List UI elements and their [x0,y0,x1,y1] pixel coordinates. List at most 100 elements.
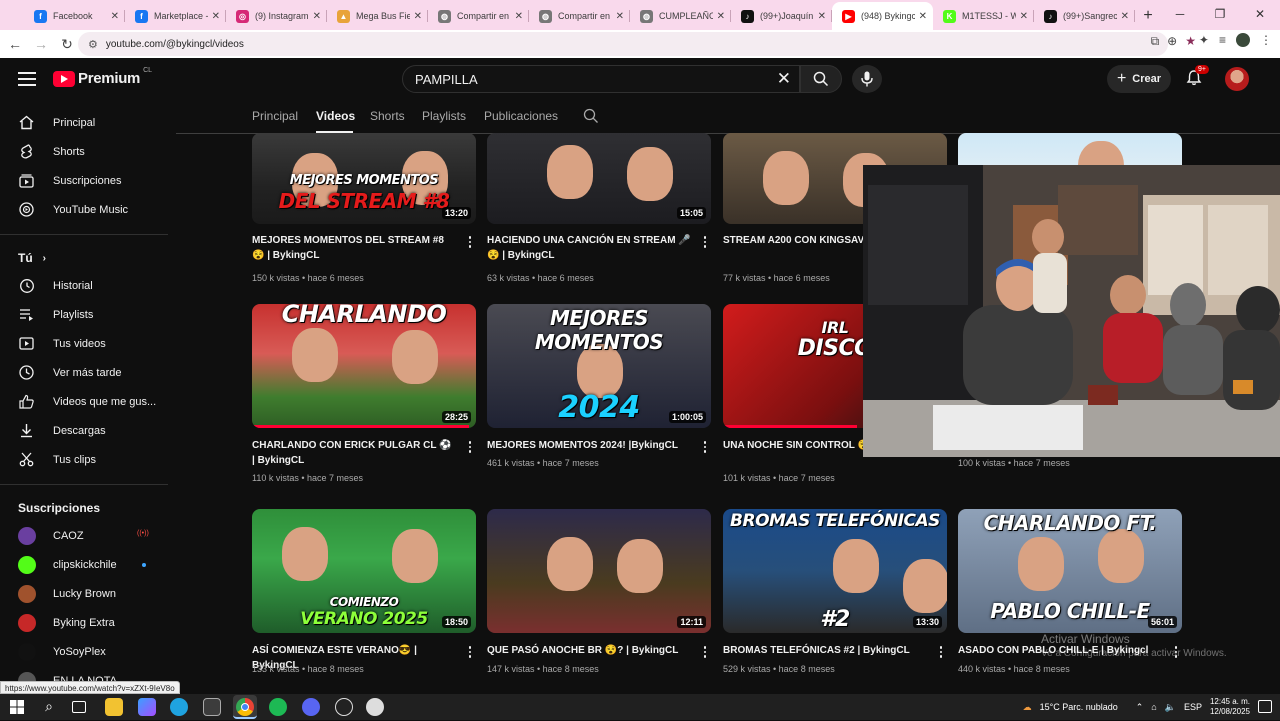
sidebar-item-history[interactable]: Historial [0,271,175,300]
sidebar-item-like[interactable]: Videos que me gus... [0,387,175,416]
store-icon[interactable] [203,698,221,716]
browser-menu-icon[interactable]: ⋮ [1260,33,1272,47]
close-tab-icon[interactable]: ✕ [515,11,523,22]
video-thumbnail[interactable]: BROMAS TELEFÓNICAS #2 13:30 [723,509,947,633]
maximize-button[interactable]: ❐ [1200,0,1240,28]
clock[interactable]: 12:45 a. m. 12/08/2025 [1210,697,1250,717]
tab-videos[interactable]: Videos [316,109,355,123]
video-thumbnail[interactable]: 15:05 [487,133,711,224]
video-title[interactable]: BROMAS TELEFÓNICAS #2 | BykingCL [723,643,928,658]
browser-tab[interactable]: ◎ (9) Instagram ✕ [226,2,327,30]
tab-principal[interactable]: Principal [252,109,298,123]
subscription-item[interactable]: CAOZ ((•)) [0,521,175,550]
notification-center-icon[interactable] [1258,700,1272,713]
sidebar-item-watch-later[interactable]: Ver más tarde [0,358,175,387]
channel-search-icon[interactable] [583,108,599,124]
browser-tab[interactable]: K M1TESSJ - Wat ✕ [933,2,1034,30]
video-thumbnail[interactable]: MEJORES MOMENTOS DEL STREAM #8 13:20 [252,133,476,224]
sidebar-item-playlists[interactable]: Playlists [0,300,175,329]
sidebar-item-clips[interactable]: Tus clips [0,445,175,474]
profile-avatar[interactable] [1236,33,1250,47]
task-view-icon[interactable] [72,701,86,713]
new-tab-button[interactable]: + [1135,2,1161,30]
reading-list-icon[interactable]: ≡ [1219,33,1226,47]
extensions-icon[interactable]: ✦ [1199,33,1209,47]
close-tab-icon[interactable]: ✕ [313,11,321,22]
chrome-icon-active[interactable] [233,695,257,719]
clear-search-icon[interactable]: ✕ [777,69,791,89]
voice-search-button[interactable] [852,65,882,93]
video-thumbnail[interactable]: COMIENZO VERANO 2025 18:50 [252,509,476,633]
address-input[interactable]: ⚙ youtube.com/@bykingcl/videos [78,32,1168,56]
guide-menu-button[interactable] [14,66,40,92]
video-thumbnail[interactable]: MEJORES MOMENTOS 2024 1:00:05 [487,304,711,428]
close-tab-icon[interactable]: ✕ [616,11,624,22]
close-window-button[interactable]: ✕ [1240,0,1280,28]
subscription-item[interactable]: Byking Extra [0,608,175,637]
video-title[interactable]: CHARLANDO CON ERICK PULGAR CL ⚽ | Byking… [252,438,457,468]
app-icon[interactable] [366,698,384,716]
close-tab-icon[interactable]: ✕ [818,11,826,22]
video-title[interactable]: MEJORES MOMENTOS 2024! |BykingCL [487,438,692,453]
search-button[interactable] [800,65,842,93]
obs-icon[interactable] [335,698,353,716]
video-thumbnail[interactable]: CHARLANDO FT. PABLO CHILL-E 56:01 [958,509,1182,633]
copilot-icon[interactable] [138,698,156,716]
video-thumbnail[interactable]: CHARLANDO 28:25 [252,304,476,428]
close-tab-icon[interactable]: ✕ [919,11,927,22]
forward-button[interactable]: → [28,31,54,57]
video-thumbnail[interactable]: 12:11 [487,509,711,633]
install-app-icon[interactable]: ⧉ [1151,34,1160,49]
browser-tab[interactable]: ◍ Compartir en W ✕ [428,2,529,30]
more-actions-icon[interactable] [701,645,709,659]
close-tab-icon[interactable]: ✕ [1121,11,1129,22]
close-tab-icon[interactable]: ✕ [212,11,220,22]
tray-chevron-icon[interactable]: ⌃ [1136,702,1144,713]
more-actions-icon[interactable] [701,440,709,454]
close-tab-icon[interactable]: ✕ [717,11,725,22]
language-indicator[interactable]: ESP [1184,702,1202,712]
spotify-icon[interactable] [269,698,287,716]
notifications-button[interactable]: 9+ [1185,65,1209,89]
file-explorer-icon[interactable] [105,698,123,716]
reload-button[interactable]: ↻ [54,31,80,57]
tab-shorts[interactable]: Shorts [370,109,405,123]
close-tab-icon[interactable]: ✕ [1020,11,1028,22]
sidebar-item-music[interactable]: YouTube Music [0,195,175,224]
back-button[interactable]: ← [2,31,28,57]
browser-tab[interactable]: f Facebook ✕ [24,2,125,30]
browser-tab[interactable]: ♪ (99+)Joaquín 🎤 ✕ [731,2,832,30]
sidebar-item-subscriptions[interactable]: Suscripciones [0,166,175,195]
sidebar-item-home[interactable]: Principal [0,108,175,137]
tab-playlists[interactable]: Playlists [422,109,466,123]
more-actions-icon[interactable] [466,645,474,659]
video-title[interactable]: QUE PASÓ ANOCHE BR 😵? | BykingCL [487,643,692,658]
taskbar-search-icon[interactable]: ⌕ [40,698,58,716]
you-section-header[interactable]: Tú › [0,245,175,271]
close-tab-icon[interactable]: ✕ [111,11,119,22]
browser-tab[interactable]: ▲ Mega Bus Fiest ✕ [327,2,428,30]
browser-tab[interactable]: ◍ Compartir en W ✕ [529,2,630,30]
miniplayer-video[interactable] [863,165,1280,457]
create-button[interactable]: + Crear [1107,65,1171,93]
browser-tab[interactable]: ♪ (99+)Sangrecit ✕ [1034,2,1135,30]
network-icon[interactable]: ⌂ [1151,702,1156,712]
volume-icon[interactable]: 🔈 [1165,702,1176,713]
more-actions-icon[interactable] [466,235,474,249]
search-input[interactable]: PAMPILLA ✕ [402,65,800,93]
subscription-item[interactable]: clipskickchile [0,550,175,579]
bookmark-star-icon[interactable]: ★ [1185,34,1196,49]
weather-text[interactable]: 15°C Parc. nublado [1040,702,1118,712]
discord-icon[interactable] [302,698,320,716]
browser-tab[interactable]: ▶ (948) BykingcI ✕ [832,2,933,30]
sidebar-item-shorts[interactable]: Shorts [0,137,175,166]
sidebar-item-your-videos[interactable]: Tus videos [0,329,175,358]
more-actions-icon[interactable] [701,235,709,249]
youtube-premium-logo[interactable]: Premium CL [53,67,152,87]
site-info-icon[interactable]: ⚙ [88,38,98,51]
browser-tab[interactable]: ◍ CUMPLEAÑOS ✕ [630,2,731,30]
close-tab-icon[interactable]: ✕ [414,11,422,22]
video-title[interactable]: MEJORES MOMENTOS DEL STREAM #8 😵 | Bykin… [252,233,457,263]
zoom-icon[interactable]: ⊕ [1167,34,1177,49]
account-avatar[interactable] [1225,67,1249,91]
